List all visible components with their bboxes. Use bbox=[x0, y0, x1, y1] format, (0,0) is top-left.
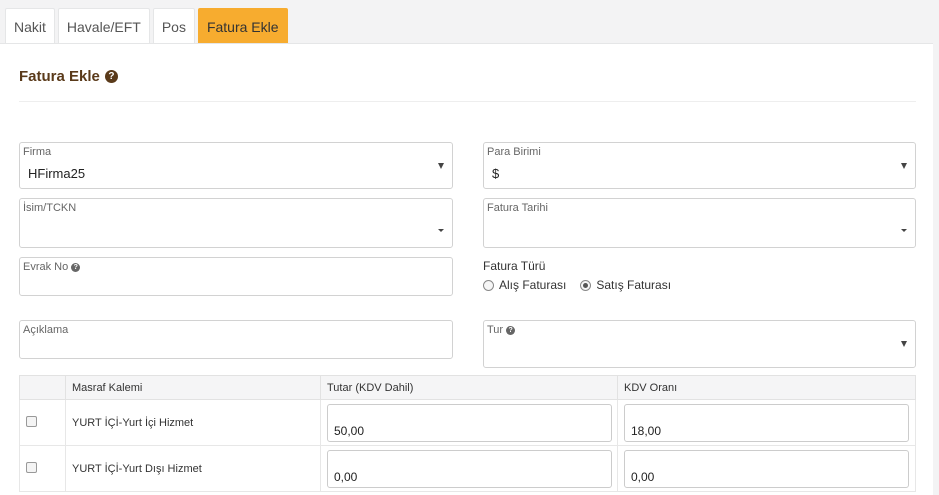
radio-alis[interactable] bbox=[483, 279, 494, 291]
aciklama-label: Açıklama bbox=[23, 324, 69, 336]
page-title: Fatura Ekle ? bbox=[19, 68, 118, 85]
para-birimi-value: $ bbox=[492, 166, 500, 181]
table-row: YURT İÇİ-Yurt İçi Hizmet 50,00 18,00 bbox=[19, 399, 916, 446]
chevron-down-icon bbox=[901, 162, 907, 169]
row-tutar-cell: 0,00 bbox=[320, 445, 618, 492]
page-title-text: Fatura Ekle bbox=[19, 68, 100, 85]
fatura-tarihi-label: Fatura Tarihi bbox=[487, 202, 548, 214]
row-kalem: YURT İÇİ-Yurt Dışı Hizmet bbox=[65, 445, 321, 492]
row-checkbox[interactable] bbox=[26, 461, 37, 473]
evrak-no-label-wrap: Evrak No ? bbox=[23, 261, 81, 273]
row-checkbox[interactable] bbox=[26, 415, 37, 427]
row-kdv-cell: 18,00 bbox=[617, 399, 916, 446]
firma-value: HFirma25 bbox=[28, 166, 86, 181]
fatura-turu-group: Fatura Türü Alış Faturası Satış Faturası bbox=[483, 259, 685, 292]
masraf-table: Masraf Kalemi Tutar (KDV Dahil) KDV Oran… bbox=[19, 375, 916, 492]
kdv-input[interactable]: 0,00 bbox=[624, 449, 909, 488]
divider bbox=[19, 101, 916, 102]
payment-tabs: Nakit Havale/EFT Pos Fatura Ekle bbox=[5, 8, 291, 44]
chevron-down-icon bbox=[438, 162, 444, 169]
firma-select[interactable]: Firma HFirma25 bbox=[19, 142, 453, 189]
firma-label: Firma bbox=[23, 146, 52, 158]
radio-satis-faturasi[interactable]: Satış Faturası bbox=[580, 278, 671, 292]
chevron-down-icon bbox=[901, 341, 907, 347]
radio-satis[interactable] bbox=[580, 279, 592, 291]
row-tutar-cell: 50,00 bbox=[320, 399, 618, 446]
row-kalem: YURT İÇİ-Yurt İçi Hizmet bbox=[65, 399, 321, 446]
radio-satis-label: Satış Faturası bbox=[596, 278, 672, 292]
help-icon[interactable]: ? bbox=[71, 262, 81, 272]
tutar-input[interactable]: 0,00 bbox=[327, 449, 612, 488]
tutar-value: 50,00 bbox=[334, 423, 365, 438]
kdv-value: 18,00 bbox=[631, 423, 662, 438]
help-icon[interactable]: ? bbox=[104, 70, 118, 83]
tab-nakit[interactable]: Nakit bbox=[5, 8, 55, 44]
table-row: YURT İÇİ-Yurt Dışı Hizmet 0,00 0,00 bbox=[19, 445, 916, 492]
isim-tckn-select[interactable]: İsim/TCKN bbox=[19, 198, 453, 248]
radio-alis-label: Alış Faturası bbox=[499, 278, 567, 292]
tur-select[interactable]: Tur ? bbox=[483, 320, 916, 368]
fatura-tarihi-field[interactable]: Fatura Tarihi bbox=[483, 198, 916, 248]
tab-fatura-ekle[interactable]: Fatura Ekle bbox=[197, 8, 288, 44]
header-masraf-kalemi: Masraf Kalemi bbox=[65, 375, 321, 400]
tur-label: Tur bbox=[487, 324, 504, 336]
evrak-no-input[interactable]: Evrak No ? bbox=[19, 257, 453, 296]
para-birimi-label: Para Birimi bbox=[487, 146, 541, 158]
tur-label-wrap: Tur ? bbox=[487, 324, 516, 336]
chevron-down-icon bbox=[901, 229, 907, 232]
para-birimi-select[interactable]: Para Birimi $ bbox=[483, 142, 916, 189]
header-select bbox=[19, 375, 66, 400]
help-icon[interactable]: ? bbox=[506, 325, 516, 335]
row-kdv-cell: 0,00 bbox=[617, 445, 916, 492]
fatura-turu-label: Fatura Türü bbox=[483, 259, 546, 273]
radio-alis-faturasi[interactable]: Alış Faturası bbox=[483, 278, 566, 292]
row-checkbox-cell bbox=[19, 399, 66, 446]
chevron-down-icon bbox=[438, 229, 444, 232]
aciklama-input[interactable]: Açıklama bbox=[19, 320, 453, 359]
tutar-value: 0,00 bbox=[334, 469, 358, 484]
evrak-no-label: Evrak No bbox=[23, 261, 69, 273]
tutar-input[interactable]: 50,00 bbox=[327, 403, 612, 442]
table-header-row: Masraf Kalemi Tutar (KDV Dahil) KDV Oran… bbox=[19, 375, 916, 400]
row-checkbox-cell bbox=[19, 445, 66, 492]
kdv-input[interactable]: 18,00 bbox=[624, 403, 909, 442]
tab-havale-eft[interactable]: Havale/EFT bbox=[57, 8, 150, 44]
tab-pos[interactable]: Pos bbox=[152, 8, 195, 44]
isim-tckn-label: İsim/TCKN bbox=[23, 202, 77, 214]
kdv-value: 0,00 bbox=[631, 469, 655, 484]
header-kdv-orani: KDV Oranı bbox=[617, 375, 916, 400]
header-tutar: Tutar (KDV Dahil) bbox=[320, 375, 618, 400]
